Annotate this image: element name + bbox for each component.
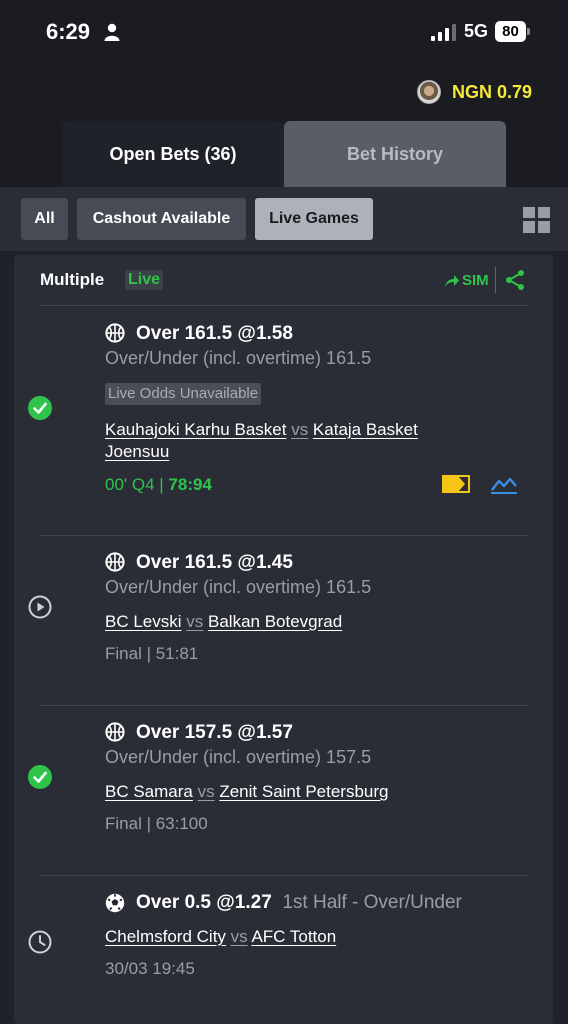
battery-tip <box>527 28 530 35</box>
selection-market: Over/Under (incl. overtime) 161.5 <box>105 577 372 597</box>
share-arrow-icon <box>445 274 459 287</box>
balance-amount: NGN 0.79 <box>451 81 532 102</box>
away-team[interactable]: Balkan Botevgrad <box>208 612 342 631</box>
vs-label: vs <box>186 612 204 631</box>
selection-teams[interactable]: BC Levski vs Balkan Botevgrad <box>105 611 342 633</box>
home-team[interactable]: BC Levski <box>105 612 182 631</box>
sim-label: SIM <box>462 272 489 289</box>
selection-teams[interactable]: Chelmsford City vs AFC Totton <box>105 926 336 948</box>
share-icon[interactable] <box>505 269 525 291</box>
tab-bet-history[interactable]: Bet History <box>284 121 506 187</box>
grid-view-icon[interactable] <box>523 207 550 233</box>
away-team[interactable]: AFC Totton <box>251 927 336 946</box>
selection-title-text: Over 0.5 @1.27 <box>136 892 272 913</box>
sim-button[interactable]: SIM <box>444 272 489 289</box>
kickoff-time: 30/03 19:45 <box>105 959 195 978</box>
person-icon <box>104 23 120 41</box>
tab-open-bets[interactable]: Open Bets (36) <box>62 121 284 187</box>
check-circle-icon <box>28 396 52 420</box>
selection-3[interactable]: Over 157.5 @1.57 Over/Under (incl. overt… <box>14 706 553 875</box>
home-team[interactable]: Chelmsford City <box>105 927 226 946</box>
bet-card[interactable]: Multiple Live SIM Over 161.5 @1.58 Over/… <box>14 255 553 1024</box>
vs-label: vs <box>197 782 215 801</box>
check-circle-icon <box>28 765 52 789</box>
selection-teams[interactable]: BC Samara vs Zenit Saint Petersburg <box>105 781 389 803</box>
filter-all-button[interactable]: All <box>21 198 68 240</box>
bet-type-title: Multiple <box>40 270 105 289</box>
vs-label: vs <box>291 420 309 439</box>
selection-title: Over 161.5 @1.58 <box>136 323 293 344</box>
home-team[interactable]: Kauhajoki Karhu Basket <box>105 420 286 439</box>
selection-period-market: 1st Half - Over/Under <box>282 892 462 913</box>
away-team[interactable]: Zenit Saint Petersburg <box>219 782 388 801</box>
clock-icon <box>28 930 52 954</box>
live-badge: Live <box>125 270 164 290</box>
network-label: 5G <box>464 21 489 41</box>
selection-teams[interactable]: Kauhajoki Karhu Basket vs Kataja Basket … <box>105 419 425 463</box>
filter-live-games-button[interactable]: Live Games <box>255 198 373 240</box>
selection-4[interactable]: Over 0.5 @1.27 1st Half - Over/Under Che… <box>14 876 553 1024</box>
live-score-line: 00' Q4 | 78:94 <box>105 475 212 495</box>
live-odds-unavailable-badge: Live Odds Unavailable <box>105 383 262 405</box>
stats-chart-icon[interactable] <box>490 474 518 494</box>
divider <box>40 305 528 306</box>
battery-icon: 80 <box>495 21 530 42</box>
selection-market: Over/Under (incl. overtime) 161.5 <box>105 348 372 368</box>
vs-label: vs <box>230 927 248 946</box>
bet-tabs: Open Bets (36) Bet History <box>62 121 506 187</box>
result-line: Final | 51:81 <box>105 644 199 663</box>
filter-cashout-button[interactable]: Cashout Available <box>77 198 246 240</box>
basketball-icon <box>105 722 125 742</box>
home-team[interactable]: BC Samara <box>105 782 193 801</box>
soccer-ball-icon <box>105 893 125 913</box>
header-divider <box>495 267 496 293</box>
live-stream-icon[interactable] <box>442 474 470 494</box>
avatar[interactable] <box>416 80 441 104</box>
selection-2[interactable]: Over 161.5 @1.45 Over/Under (incl. overt… <box>14 536 553 705</box>
signal-icon <box>431 24 456 41</box>
filter-bar: All Cashout Available Live Games <box>0 187 568 251</box>
battery-level: 80 <box>495 21 526 42</box>
selection-market: Over/Under (incl. overtime) 157.5 <box>105 747 372 767</box>
status-bar: 6:29 5G 80 <box>0 0 568 64</box>
live-score: 78:94 <box>168 475 212 494</box>
result-line: Final | 63:100 <box>105 814 208 833</box>
selection-title: Over 0.5 @1.27 1st Half - Over/Under <box>136 892 462 914</box>
bet-card-header: Multiple Live SIM <box>14 255 553 307</box>
match-time: 00' Q4 | <box>105 475 169 494</box>
play-circle-icon <box>28 595 52 619</box>
basketball-icon <box>105 323 125 343</box>
status-time: 6:29 <box>46 19 91 44</box>
selection-1[interactable]: Over 161.5 @1.58 Over/Under (incl. overt… <box>14 307 553 535</box>
basketball-icon <box>105 552 125 572</box>
selection-title: Over 157.5 @1.57 <box>136 722 293 743</box>
balance[interactable]: NGN 0.79 <box>416 79 532 105</box>
selection-title: Over 161.5 @1.45 <box>136 552 293 573</box>
